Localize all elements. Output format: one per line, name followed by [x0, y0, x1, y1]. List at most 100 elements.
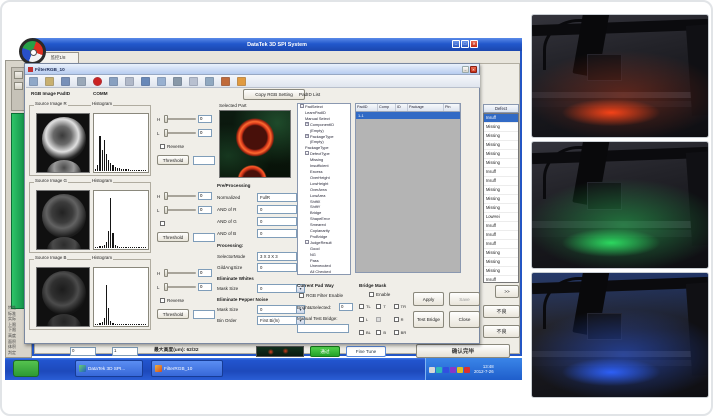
dialog-titlebar[interactable]: FilterRGB_10 – ✕ [25, 64, 479, 75]
image-icon[interactable] [157, 77, 166, 86]
layers-icon[interactable] [173, 77, 182, 86]
mini-toolbar-button-1[interactable] [14, 71, 23, 79]
defect-row[interactable]: Missing [484, 267, 518, 276]
defect-row[interactable]: Missing [484, 258, 518, 267]
defect-row[interactable]: LowHei [484, 213, 518, 222]
rgb-filter-enable-checkbox[interactable]: RGB Filter Enable [299, 293, 343, 299]
threshold-value[interactable] [193, 233, 215, 242]
defect-row[interactable]: Insuff [484, 276, 518, 283]
save-button[interactable]: Save [449, 292, 480, 306]
tray-icon-2[interactable] [436, 367, 442, 373]
defect-row[interactable]: Missing [484, 249, 518, 258]
defect-row[interactable]: Insuff [484, 177, 518, 186]
defect-row[interactable]: Missing [484, 123, 518, 132]
filter-icon[interactable] [29, 77, 38, 86]
close-button[interactable]: Close [449, 311, 480, 328]
defect-row[interactable]: Missing [484, 204, 518, 213]
maximize-icon[interactable]: □ [461, 40, 469, 48]
defect-row[interactable]: Insuff [484, 222, 518, 231]
l-slider[interactable] [164, 286, 196, 288]
bridge-mask-cell-tl[interactable]: TL [359, 300, 376, 313]
save-icon[interactable] [61, 77, 70, 86]
pad-col-padid[interactable]: PadID [356, 104, 378, 111]
defect-row[interactable]: Missing [484, 150, 518, 159]
copy-icon[interactable] [77, 77, 86, 86]
bridge-mask-cell-bl[interactable]: BL [359, 326, 376, 339]
fine-tune-button[interactable]: Fine Tune [346, 346, 386, 357]
copy-rgb-setting-button[interactable]: Copy RGB Setting [243, 89, 305, 100]
close-icon[interactable]: ✕ [470, 40, 478, 48]
tray-icon-4[interactable] [450, 367, 456, 373]
padid-table-header[interactable]: PadIDCompIDPackagePin [356, 104, 460, 112]
reverse-checkbox[interactable]: Reverse [160, 298, 184, 304]
taskbar-item-spi[interactable]: DataTek 3D SPI... [75, 360, 143, 377]
measure-icon[interactable] [189, 77, 198, 86]
h-slider[interactable] [164, 195, 196, 197]
dialog-minimize-icon[interactable]: – [462, 66, 469, 73]
threshold-button[interactable]: Threshold [157, 309, 189, 319]
edit-icon[interactable] [205, 77, 214, 86]
defect-row[interactable]: Missing [484, 132, 518, 141]
status-value-1[interactable]: 0 [70, 347, 96, 356]
defect-row[interactable]: Insuff [484, 168, 518, 177]
tree-item-all-checked[interactable]: All Checked [298, 269, 350, 275]
pad-col-package[interactable]: Package [408, 104, 444, 111]
h-value[interactable]: 0 [198, 192, 212, 200]
defect-column-header[interactable]: Defect [483, 104, 519, 113]
test-bridge-button[interactable]: Test Bridge [413, 311, 444, 328]
mark-ng-button[interactable]: 不良 [483, 305, 520, 318]
mini-toolbar-button-2[interactable] [14, 82, 23, 90]
taskbar-item-filter[interactable]: FilterRGB_10 [151, 360, 223, 377]
camera-icon[interactable] [109, 77, 118, 86]
pass-button[interactable]: 通过 [310, 346, 340, 357]
defect-row[interactable]: Missing [484, 141, 518, 150]
l-value[interactable]: 0 [198, 283, 212, 291]
snapshot-icon[interactable] [237, 77, 246, 86]
bridge-mask-cell-t[interactable]: T [376, 300, 393, 313]
defect-more-button[interactable]: >> [495, 285, 519, 298]
threshold-button[interactable]: Threshold [157, 232, 189, 242]
l-slider[interactable] [164, 209, 196, 211]
reverse-checkbox[interactable] [160, 221, 167, 227]
l-value[interactable]: 0 [198, 206, 212, 214]
tray-icon-1[interactable] [429, 367, 435, 373]
pad-col-id[interactable]: ID [396, 104, 408, 111]
reverse-checkbox[interactable]: Reverse [160, 144, 184, 150]
search-icon[interactable] [125, 77, 134, 86]
bridge-mask-cell-l[interactable]: L [359, 313, 376, 326]
tray-icon-3[interactable] [443, 367, 449, 373]
pad-col-comp[interactable]: Comp [378, 104, 396, 111]
main-titlebar[interactable]: DataTek 3D SPI System – □ ✕ [32, 38, 522, 51]
tray-icon-6[interactable] [464, 367, 470, 373]
rgb-camera-logo[interactable] [19, 38, 46, 65]
h-value[interactable]: 0 [198, 269, 212, 277]
start-button[interactable] [13, 360, 39, 377]
manual-test-bridge-input[interactable] [297, 324, 349, 333]
defect-row[interactable]: Insuff [484, 231, 518, 240]
bridge-mask-cell-r[interactable]: R [394, 313, 411, 326]
minimize-icon[interactable]: – [452, 40, 460, 48]
open-icon[interactable] [45, 77, 54, 86]
tray-icon-5[interactable] [457, 367, 463, 373]
defect-row[interactable]: Insuff [484, 240, 518, 249]
threshold-value[interactable] [193, 310, 215, 319]
palette-icon[interactable] [221, 77, 230, 86]
dialog-close-icon[interactable]: ✕ [470, 66, 477, 73]
status-value-2[interactable]: 1 [112, 347, 138, 356]
h-slider[interactable] [164, 272, 196, 274]
apply-button[interactable]: Apply [413, 292, 444, 306]
defect-row[interactable]: Missing [484, 186, 518, 195]
defect-row[interactable]: Insuff [484, 114, 518, 123]
defect-row[interactable]: Missing [484, 195, 518, 204]
h-slider[interactable] [164, 118, 196, 120]
padid-selected-row[interactable]: 1-1 [356, 112, 460, 119]
bridge-mask-enable-checkbox[interactable]: Enable [369, 292, 390, 298]
threshold-button[interactable]: Threshold [157, 155, 189, 165]
bridge-mask-cell-br[interactable]: BR [394, 326, 411, 339]
pad-col-pin[interactable]: Pin [444, 104, 460, 111]
grid-icon[interactable] [141, 77, 150, 86]
h-value[interactable]: 0 [198, 115, 212, 123]
bridge-mask-cell-tr[interactable]: TR [394, 300, 411, 313]
defect-row[interactable]: Missing [484, 159, 518, 168]
l-value[interactable]: 0 [198, 129, 212, 137]
